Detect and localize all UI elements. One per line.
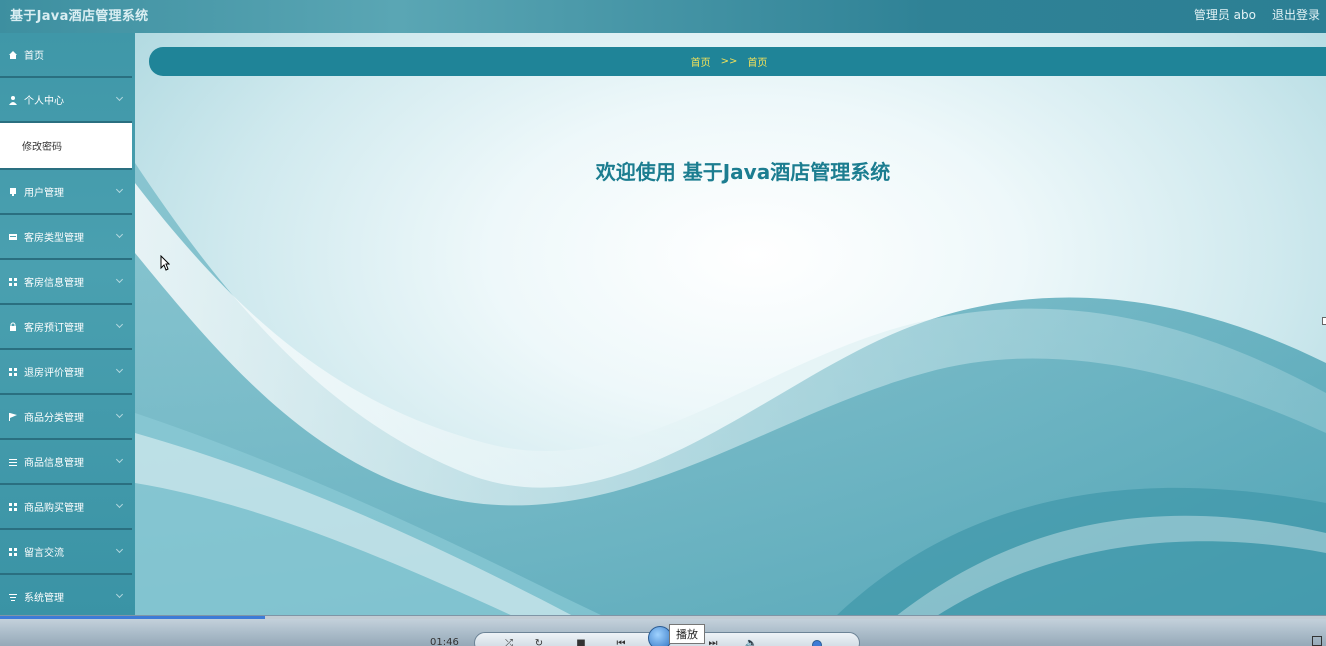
chevron-down-icon xyxy=(115,500,124,509)
home-icon xyxy=(8,50,18,60)
volume-icon[interactable]: 🔈 xyxy=(745,638,757,646)
progress-fill xyxy=(0,616,266,619)
sidebar-item-label: 个人中心 xyxy=(24,96,64,107)
sliders-icon xyxy=(8,592,18,602)
header-actions: 管理员 abo 退出登录 xyxy=(1194,6,1320,23)
repeat-icon[interactable]: ↻ xyxy=(533,638,545,646)
chevron-down-icon xyxy=(115,185,124,194)
user-icon xyxy=(8,187,18,197)
main-content: 首页 >> 首页 欢迎使用 基于Java酒店管理系统 xyxy=(135,33,1326,617)
person-icon xyxy=(8,95,18,105)
sidebar-item-system-management[interactable]: 系统管理 xyxy=(0,575,132,620)
sidebar: 首页 个人中心 修改密码 用户管理 客房类型管理 客房信息管理 客房预订管理 退… xyxy=(0,33,135,620)
welcome-title: 欢迎使用 基于Java酒店管理系统 xyxy=(595,160,891,184)
play-tooltip: 播放 xyxy=(669,624,705,644)
sidebar-item-user-management[interactable]: 用户管理 xyxy=(0,170,132,215)
grid-icon xyxy=(8,547,18,557)
breadcrumb-current: 首页 xyxy=(747,58,768,69)
lock-icon xyxy=(8,322,18,332)
sidebar-subitem-change-password[interactable]: 修改密码 xyxy=(0,123,132,170)
chevron-down-icon xyxy=(115,365,124,374)
sidebar-item-label: 首页 xyxy=(24,51,44,62)
time-display: 01:46 xyxy=(430,637,459,646)
sidebar-item-label: 客房类型管理 xyxy=(24,233,84,244)
sidebar-item-room-type-management[interactable]: 客房类型管理 xyxy=(0,215,132,260)
sidebar-item-label: 客房信息管理 xyxy=(24,278,84,289)
chevron-down-icon xyxy=(115,275,124,284)
card-icon xyxy=(8,232,18,242)
mouse-cursor-icon xyxy=(160,254,171,275)
sidebar-item-label: 用户管理 xyxy=(24,188,64,199)
breadcrumb-home-link[interactable]: 首页 xyxy=(691,54,711,69)
fullscreen-icon[interactable] xyxy=(1312,636,1322,646)
sidebar-item-message-board[interactable]: 留言交流 xyxy=(0,530,132,575)
sidebar-item-home[interactable]: 首页 xyxy=(0,33,132,78)
sidebar-item-label: 客房预订管理 xyxy=(24,323,84,334)
chevron-down-icon xyxy=(115,230,124,239)
chevron-down-icon xyxy=(115,320,124,329)
sidebar-item-room-info-management[interactable]: 客房信息管理 xyxy=(0,260,132,305)
list-icon xyxy=(8,457,18,467)
shuffle-icon[interactable]: ⤮ xyxy=(503,638,515,646)
edge-handle xyxy=(1322,317,1326,325)
sidebar-item-personal-center[interactable]: 个人中心 xyxy=(0,78,132,123)
grid-icon xyxy=(8,277,18,287)
sidebar-item-label: 系统管理 xyxy=(24,593,64,604)
chevron-down-icon xyxy=(115,93,124,102)
sidebar-item-goods-info-management[interactable]: 商品信息管理 xyxy=(0,440,132,485)
grid-icon xyxy=(8,502,18,512)
media-player-bar: 01:46 ⤮ ↻ ■ ⏮ ⏭ 🔈 播放 xyxy=(0,615,1326,646)
sidebar-item-checkout-review-management[interactable]: 退房评价管理 xyxy=(0,350,132,395)
progress-bar[interactable] xyxy=(0,616,1326,619)
breadcrumb: 首页 >> 首页 xyxy=(149,47,1326,76)
background-wave-image xyxy=(135,163,1326,617)
sidebar-item-room-booking-management[interactable]: 客房预订管理 xyxy=(0,305,132,350)
chevron-down-icon xyxy=(115,590,124,599)
sidebar-item-label: 退房评价管理 xyxy=(24,368,84,379)
chevron-down-icon xyxy=(115,545,124,554)
grid-icon xyxy=(8,367,18,377)
flag-icon xyxy=(8,412,18,422)
sidebar-item-label: 商品信息管理 xyxy=(24,458,84,469)
previous-icon[interactable]: ⏮ xyxy=(615,638,627,646)
admin-user-label[interactable]: 管理员 abo xyxy=(1194,6,1256,23)
sidebar-item-label: 商品分类管理 xyxy=(24,413,84,424)
chevron-down-icon xyxy=(115,455,124,464)
sidebar-item-label: 商品购买管理 xyxy=(24,503,84,514)
top-header: 基于Java酒店管理系统 管理员 abo 退出登录 xyxy=(0,0,1326,33)
app-title: 基于Java酒店管理系统 xyxy=(10,9,149,24)
sidebar-item-goods-purchase-management[interactable]: 商品购买管理 xyxy=(0,485,132,530)
volume-slider[interactable] xyxy=(812,640,822,646)
sidebar-menu: 首页 个人中心 修改密码 用户管理 客房类型管理 客房信息管理 客房预订管理 退… xyxy=(0,33,135,620)
chevron-down-icon xyxy=(115,410,124,419)
stop-icon[interactable]: ■ xyxy=(575,638,587,646)
sidebar-item-goods-category-management[interactable]: 商品分类管理 xyxy=(0,395,132,440)
sidebar-item-label: 留言交流 xyxy=(24,548,64,559)
breadcrumb-separator: >> xyxy=(720,56,738,67)
logout-link[interactable]: 退出登录 xyxy=(1272,6,1320,23)
next-icon[interactable]: ⏭ xyxy=(707,638,719,646)
